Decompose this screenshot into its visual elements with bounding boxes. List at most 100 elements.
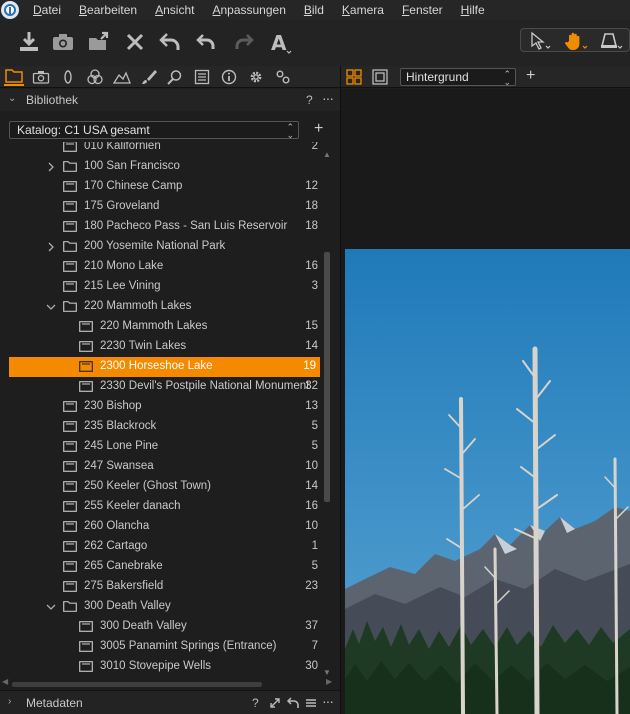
image-count: 37	[305, 620, 318, 632]
list-icon[interactable]	[192, 68, 212, 86]
single-view-icon[interactable]	[372, 69, 388, 85]
tree-album-row[interactable]: 265 Canebrake 5	[0, 557, 322, 577]
album-icon	[63, 461, 77, 472]
album-icon	[63, 421, 77, 432]
tree-album-row[interactable]: 170 Chinese Camp 12	[0, 177, 322, 197]
grid-view-icon[interactable]	[346, 69, 362, 85]
tree-album-row[interactable]: 2230 Twin Lakes 14	[0, 337, 322, 357]
redo-icon[interactable]	[230, 30, 256, 54]
keystone-tool-icon[interactable]	[597, 31, 625, 51]
tree-album-row[interactable]: 3005 Panamint Springs (Entrance) 7	[0, 637, 322, 657]
scroll-left-icon[interactable]: ◀	[2, 677, 8, 686]
tree-folder-row[interactable]: 200 Yosemite National Park	[0, 237, 322, 257]
text-icon[interactable]: A	[268, 30, 294, 55]
export-icon[interactable]	[86, 30, 112, 54]
menu-fenster[interactable]: Fenster	[402, 3, 443, 17]
menu-anpassungen[interactable]: Anpassungen	[212, 3, 285, 17]
viewer-toolbar: Hintergrund ⌃ ⌄ +	[340, 66, 630, 88]
info-icon[interactable]	[219, 68, 239, 86]
tree-album-row[interactable]: 3010 Stovepipe Wells 30	[0, 657, 322, 677]
album-icon	[79, 381, 93, 392]
hand-tool-icon[interactable]	[563, 31, 589, 51]
tree-album-row[interactable]: 300 Death Valley 37	[0, 617, 322, 637]
tree-album-row[interactable]: 210 Mono Lake 16	[0, 257, 322, 277]
tool-tabs	[0, 66, 340, 88]
tree-album-row[interactable]: 2300 Horseshoe Lake 19	[9, 357, 320, 377]
tree-album-row[interactable]: 220 Mammoth Lakes 15	[0, 317, 322, 337]
tree-album-row[interactable]: 275 Bakersfield 23	[0, 577, 322, 597]
tree-album-row[interactable]: 247 Swansea 10	[0, 457, 322, 477]
menu-hilfe[interactable]: Hilfe	[461, 3, 485, 17]
chevron-down-icon[interactable]: ⌄	[8, 93, 16, 104]
tree-album-row[interactable]: 180 Pacheco Pass - San Luis Reservoir 18	[0, 217, 322, 237]
tree-album-row[interactable]: 245 Lone Pine 5	[0, 437, 322, 457]
help-button[interactable]: ?	[252, 696, 259, 710]
scroll-up-icon[interactable]: ▲	[323, 150, 331, 159]
camera-icon[interactable]	[50, 30, 76, 54]
chevron-right-icon[interactable]	[46, 161, 56, 172]
scroll-thumb[interactable]	[324, 252, 330, 502]
album-icon	[63, 281, 77, 292]
pointer-tool-icon[interactable]	[527, 31, 553, 51]
exposure-icon[interactable]	[112, 68, 132, 86]
add-collection-button[interactable]: +	[314, 120, 323, 138]
tree-album-row[interactable]: 262 Cartago 1	[0, 537, 322, 557]
background-select[interactable]: Hintergrund ⌃ ⌄	[400, 68, 516, 87]
folder-icon[interactable]	[4, 68, 24, 86]
gear-icon[interactable]	[246, 68, 266, 86]
more-menu-button[interactable]: ···	[322, 90, 334, 106]
library-header[interactable]: ⌄ Bibliothek ? ···	[0, 89, 340, 111]
tree-album-row[interactable]: 010 Kalifornien 2	[0, 142, 322, 157]
chevron-down-icon[interactable]	[46, 301, 56, 311]
tree-album-row[interactable]: 235 Blackrock 5	[0, 417, 322, 437]
menu-kamera[interactable]: Kamera	[342, 3, 384, 17]
tree-album-row[interactable]: 215 Lee Vining 3	[0, 277, 322, 297]
tree-album-row[interactable]: 260 Olancha 10	[0, 517, 322, 537]
color-icon[interactable]	[85, 68, 105, 86]
add-icon[interactable]: +	[526, 67, 535, 85]
scroll-thumb-horizontal[interactable]	[12, 682, 262, 687]
scroll-right-icon[interactable]: ▶	[326, 677, 332, 686]
undo-all-icon[interactable]	[158, 30, 184, 54]
reset-icon[interactable]	[286, 696, 300, 710]
image-count: 7	[311, 640, 318, 652]
menu-datei[interactable]: Datei	[33, 3, 61, 17]
help-button[interactable]: ?	[306, 93, 313, 107]
tree-album-row[interactable]: 175 Groveland 18	[0, 197, 322, 217]
tree-row-label: 255 Keeler danach	[84, 500, 181, 512]
chevron-down-icon[interactable]	[46, 601, 56, 611]
menu-bearbeiten[interactable]: Bearbeiten	[79, 3, 137, 17]
folder-icon	[63, 161, 77, 172]
image-count: 30	[305, 660, 318, 672]
chevron-right-icon[interactable]: ›	[8, 696, 11, 707]
album-icon	[63, 521, 77, 532]
tree-row-label: 170 Chinese Camp	[84, 180, 183, 192]
tree-album-row[interactable]: 255 Keeler danach 16	[0, 497, 322, 517]
tree-album-row[interactable]: 250 Keeler (Ghost Town) 14	[0, 477, 322, 497]
scroll-down-icon[interactable]: ▼	[323, 668, 331, 677]
settings-icon[interactable]	[273, 68, 293, 86]
tree-album-row[interactable]: 230 Bishop 13	[0, 397, 322, 417]
background-select-label: Hintergrund	[406, 70, 469, 84]
tree-folder-row[interactable]: 300 Death Valley	[0, 597, 322, 617]
tree-folder-row[interactable]: 100 San Francisco	[0, 157, 322, 177]
delete-icon[interactable]	[122, 30, 148, 54]
vertical-scrollbar[interactable]: ▲ ▼	[322, 142, 332, 682]
menu-bild[interactable]: Bild	[304, 3, 324, 17]
lens-icon[interactable]	[58, 68, 78, 86]
catalog-select[interactable]: Katalog: C1 USA gesamt ⌃ ⌄	[9, 121, 299, 140]
horizontal-scrollbar[interactable]: ◀ ▶	[0, 677, 340, 688]
expand-icon[interactable]	[268, 696, 282, 710]
tree-folder-row[interactable]: 220 Mammoth Lakes	[0, 297, 322, 317]
chevron-right-icon[interactable]	[46, 241, 56, 252]
search-icon[interactable]	[165, 68, 185, 86]
list-menu-icon[interactable]	[304, 696, 318, 710]
camera-icon[interactable]	[31, 68, 51, 86]
metadata-header[interactable]: › Metadaten ? ···	[0, 690, 340, 714]
more-menu-button[interactable]: ···	[322, 693, 334, 709]
tree-album-row[interactable]: 2330 Devil's Postpile National Monument 3…	[0, 377, 322, 397]
undo-icon[interactable]	[194, 30, 220, 54]
import-icon[interactable]	[16, 30, 42, 54]
brush-icon[interactable]	[139, 68, 159, 86]
menu-ansicht[interactable]: Ansicht	[155, 3, 194, 17]
